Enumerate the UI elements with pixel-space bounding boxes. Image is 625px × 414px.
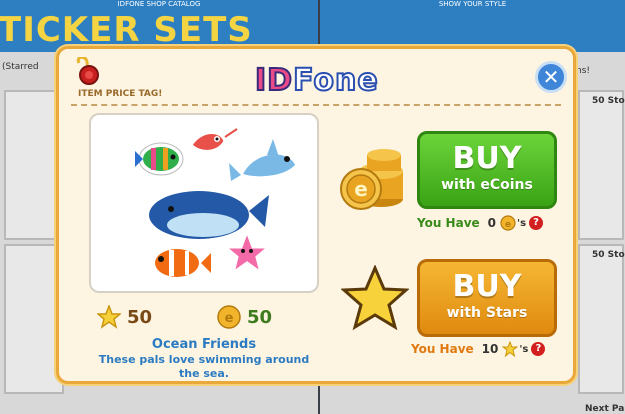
ecoins-have-value: 0 (487, 216, 497, 230)
catalog-card[interactable] (578, 244, 624, 394)
catalog-right-topbar: SHOW YOUR STYLE (320, 0, 625, 8)
header-divider (71, 104, 561, 106)
price-tag-label: ITEM PRICE TAG! (78, 89, 163, 99)
star-icon (97, 305, 121, 329)
ecoins-balance: You Have 0 e 's ? (417, 215, 544, 231)
ocean-friends-stickers (135, 128, 299, 281)
stock-label: 50 Sto (592, 96, 625, 106)
buy-stars-sublabel: with Stars (446, 305, 528, 321)
stars-have-label: You Have (411, 342, 474, 356)
ecoins-have-label: You Have (417, 216, 480, 230)
item-image (89, 113, 319, 293)
svg-text:e: e (354, 177, 368, 201)
next-page-link[interactable]: Next Pa (585, 404, 624, 414)
ecoin-price-value: 50 (247, 306, 273, 328)
stars-help-icon[interactable]: ? (531, 342, 546, 356)
ecoin-icon: e (500, 215, 516, 231)
buy-with-stars-button[interactable]: BUY with Stars (417, 259, 557, 337)
buy-with-ecoins-button[interactable]: BUY with eCoins (417, 131, 557, 209)
price-tag-modal: ITEM PRICE TAG! ID Fone ✕ 50 e 50 Ocean … (56, 46, 576, 384)
logo-fone: Fone (292, 62, 379, 99)
star-price-value: 50 (127, 306, 153, 328)
close-button[interactable]: ✕ (535, 61, 567, 93)
stock-label: 50 Sto (592, 250, 625, 260)
star-price: 50 (97, 305, 152, 329)
buy-stars-label: BUY (452, 269, 522, 304)
price-tag-icon (76, 57, 99, 85)
catalog-card[interactable] (4, 244, 64, 394)
coin-stack-icon: e (340, 149, 403, 210)
close-icon: ✕ (542, 65, 560, 89)
stars-balance: You Have 10 's ? (411, 341, 546, 357)
item-description: These pals love swimming around the sea. (98, 353, 310, 380)
star-icon (502, 341, 519, 357)
right-note: ns! (576, 66, 591, 76)
ecoins-help-icon[interactable]: ? (529, 216, 544, 230)
starred-note: (Starred (2, 62, 39, 72)
svg-text:e: e (505, 220, 511, 230)
idfone-logo: ID Fone (254, 62, 379, 99)
svg-text:e: e (225, 311, 234, 326)
logo-id: ID (254, 62, 294, 99)
ecoin-icon: e (217, 305, 241, 329)
shark-sticker (229, 139, 299, 181)
catalog-card[interactable] (578, 90, 624, 240)
catalog-left-topbar: IDFONE SHOP CATALOG (0, 0, 318, 8)
catalog-card[interactable] (4, 90, 64, 240)
big-star-icon (341, 265, 409, 331)
buy-ecoins-sublabel: with eCoins (441, 177, 533, 193)
shrimp-sticker (189, 128, 238, 153)
whale-sticker (145, 187, 269, 243)
ecoins-suffix: 's (517, 217, 527, 229)
stars-have-value: 10 (481, 342, 499, 356)
clownfish-sticker (151, 245, 211, 281)
buy-ecoins-label: BUY (452, 141, 522, 176)
item-name: Ocean Friends (151, 337, 257, 352)
ecoin-price: e 50 (217, 305, 272, 329)
catalog-title: TICKER SETS (0, 10, 253, 50)
striped-fish-sticker (135, 142, 184, 176)
stars-suffix: 's (519, 343, 529, 355)
